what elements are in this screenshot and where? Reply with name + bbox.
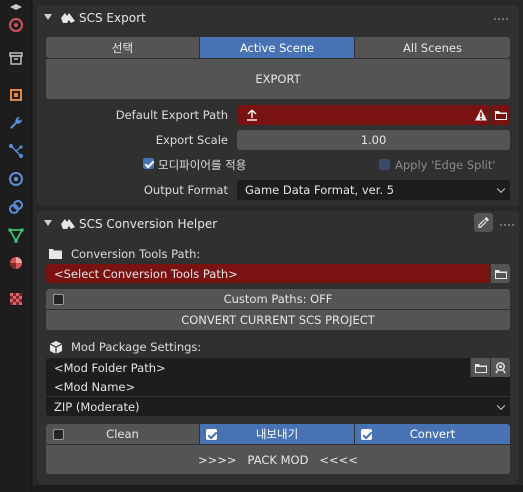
properties-tab-strip (0, 0, 32, 492)
object-tab[interactable] (4, 83, 28, 107)
convert-toggle[interactable]: Convert (355, 424, 510, 444)
default-export-path-label: Default Export Path (115, 108, 228, 122)
folder-icon (49, 249, 62, 259)
material-icon (10, 257, 22, 269)
object-data-icon (8, 228, 24, 243)
apply-modifiers-checkbox[interactable] (143, 158, 154, 169)
search-mod-folder-button[interactable] (491, 358, 510, 377)
clean-label: Clean (106, 427, 139, 441)
wrench-icon (10, 116, 23, 129)
constraint-icon (9, 200, 23, 214)
export-scale-field[interactable]: 1.00 (237, 130, 510, 150)
folder-icon (494, 111, 507, 120)
particles-icon (9, 144, 23, 158)
bottom-border (33, 485, 523, 492)
material-tab[interactable] (4, 251, 28, 275)
clean-checkbox[interactable] (53, 429, 64, 440)
convert-checkbox[interactable] (361, 429, 372, 440)
texture-icon (10, 293, 22, 305)
physics-tab[interactable] (4, 167, 28, 191)
scope-tab-all-scenes[interactable]: All Scenes (355, 37, 510, 58)
chevron-down-icon (496, 401, 506, 410)
chevron-down-icon (496, 184, 506, 194)
pack-mod-button[interactable]: >>>> PACK MOD <<<< (46, 445, 510, 474)
scs-logo-icon (61, 13, 75, 23)
browse-export-path-button[interactable] (491, 105, 510, 125)
conversion-helper-header[interactable]: SCS Conversion Helper (37, 211, 519, 237)
collection-icon (9, 52, 23, 65)
eyedropper-icon (478, 216, 490, 228)
panel-title: SCS Export (79, 11, 146, 25)
clean-toggle[interactable]: Clean (46, 424, 199, 444)
mod-name-field[interactable]: <Mod Name> (46, 377, 510, 396)
convert-project-button[interactable]: CONVERT CURRENT SCS PROJECT (46, 310, 510, 330)
custom-paths-toggle[interactable]: Custom Paths: OFF (46, 289, 510, 309)
collapse-chevron-icon (44, 220, 52, 226)
search-icon (495, 362, 506, 374)
warning-icon (471, 105, 490, 125)
output-format-select[interactable]: Game Data Format, ver. 5 (237, 180, 510, 200)
drag-handle-icon[interactable] (499, 223, 515, 227)
texture-tab[interactable] (4, 287, 28, 311)
constraints-tab[interactable] (4, 195, 28, 219)
physics-icon (9, 172, 23, 186)
export-button[interactable]: EXPORT (46, 59, 510, 99)
conversion-tools-path-field[interactable]: <Select Conversion Tools Path> (46, 264, 490, 283)
collapse-chevron-icon (44, 14, 52, 20)
output-format-value: Game Data Format, ver. 5 (245, 183, 395, 197)
scs-export-header[interactable]: SCS Export (37, 5, 519, 31)
browse-tools-path-button[interactable] (491, 264, 510, 283)
export-checkbox[interactable] (206, 429, 217, 440)
apply-edge-split-checkbox[interactable] (379, 159, 390, 170)
package-icon (49, 341, 63, 354)
scope-tab-active-scene[interactable]: Active Scene (200, 37, 354, 58)
browse-mod-folder-button[interactable] (471, 358, 490, 377)
scs-logo-icon (61, 219, 75, 229)
drag-handle-icon[interactable] (493, 17, 509, 21)
collection-tab[interactable] (4, 46, 28, 70)
conversion-tools-path-label: Conversion Tools Path: (71, 247, 201, 261)
world-icon (9, 18, 23, 32)
eyedropper-button[interactable] (474, 213, 493, 232)
apply-edge-split-label: Apply 'Edge Split' (395, 158, 496, 172)
compression-select[interactable]: ZIP (Moderate) (46, 397, 510, 416)
upload-icon (247, 109, 257, 121)
custom-paths-label: Custom Paths: OFF (223, 292, 333, 306)
export-scale-label: Export Scale (155, 133, 228, 147)
panel-title: SCS Conversion Helper (79, 217, 218, 231)
object-icon (10, 89, 22, 101)
folder-icon (474, 363, 487, 373)
export-toggle[interactable]: 내보내기 (200, 424, 354, 444)
scope-tab-selection[interactable]: 선택 (46, 37, 199, 58)
compression-value: ZIP (Moderate) (54, 399, 140, 414)
mod-package-settings-label: Mod Package Settings: (71, 340, 202, 354)
mod-folder-path-field[interactable]: <Mod Folder Path> (46, 358, 470, 377)
modifiers-tab[interactable] (4, 111, 28, 135)
folder-icon (494, 269, 507, 279)
convert-label: Convert (409, 427, 456, 441)
world-tab[interactable] (4, 13, 28, 37)
export-toggle-label: 내보내기 (255, 427, 299, 441)
custom-paths-checkbox[interactable] (53, 294, 64, 305)
object-data-tab[interactable] (4, 223, 28, 247)
output-format-label: Output Format (143, 183, 228, 197)
default-export-path-field[interactable] (237, 105, 490, 125)
particles-tab[interactable] (4, 139, 28, 163)
apply-modifiers-label: 모디파이어를 적용 (158, 158, 247, 172)
